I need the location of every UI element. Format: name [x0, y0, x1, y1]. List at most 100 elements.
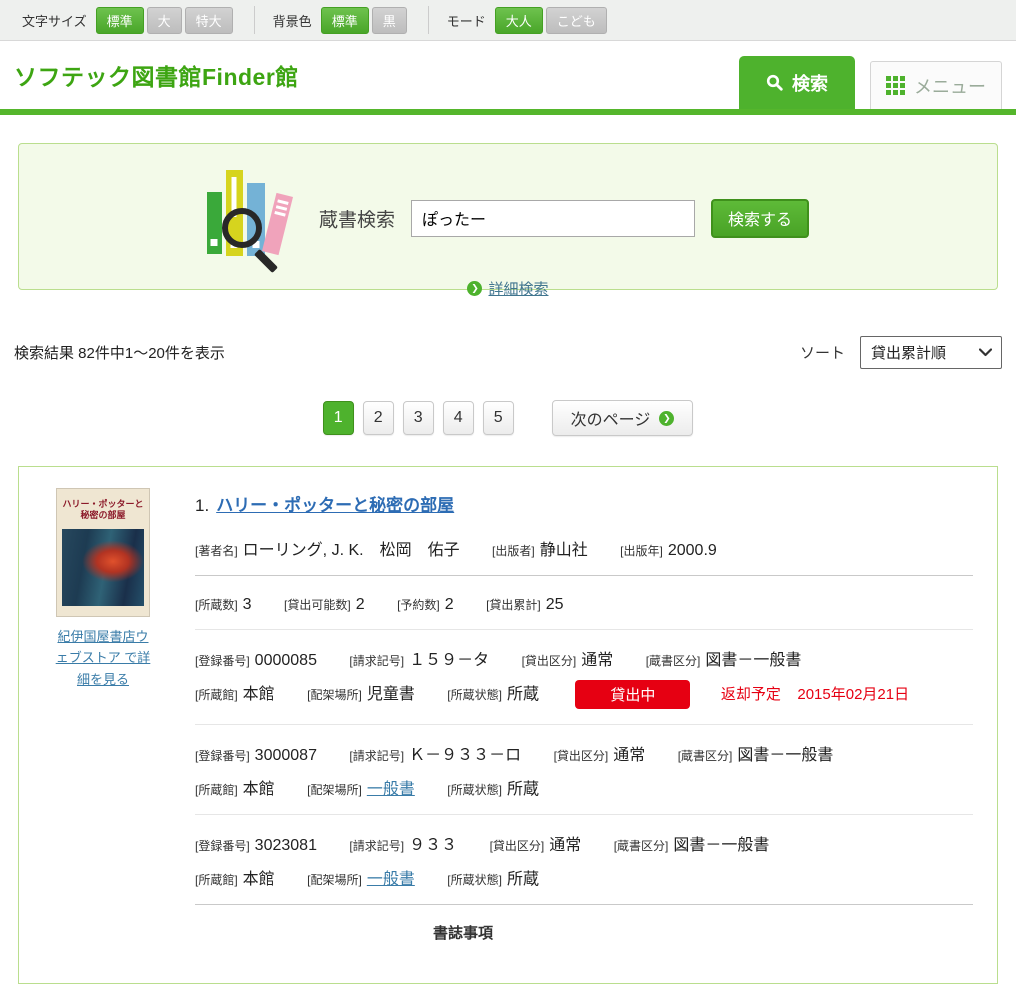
mode-adult-button[interactable]: 大人	[495, 7, 543, 34]
divider	[195, 814, 973, 815]
page-button-3[interactable]: 3	[403, 401, 434, 435]
library-value: 本館	[243, 781, 275, 798]
mode-child-button[interactable]: こども	[546, 7, 607, 34]
menu-grid-icon	[886, 76, 905, 95]
bg-color-black-button[interactable]: 黒	[372, 7, 407, 34]
cover-title-line2: 秘密の部屋	[57, 510, 149, 521]
divider	[195, 724, 973, 725]
copy-record: [登録番号]3000087 [請求記号]Ｋ－９３３－ロ [貸出区分]通常 [蔵書…	[195, 741, 973, 799]
toolbar-divider	[254, 6, 255, 34]
copy-line1: [登録番号]3023081 [請求記号]９３３ [貸出区分]通常 [蔵書区分]図…	[195, 831, 973, 855]
catalog-search-label: 蔵書検索	[319, 205, 395, 232]
site-header: ソフテック図書館Finder館 検索 メニュー	[0, 41, 1016, 109]
copy-line1: [登録番号]3000087 [請求記号]Ｋ－９３３－ロ [貸出区分]通常 [蔵書…	[195, 741, 973, 765]
font-size-standard-button[interactable]: 標準	[96, 7, 144, 34]
circle-arrow-right-icon: ❯	[467, 281, 482, 296]
book-title-link[interactable]: ハリー・ポッターと秘密の部屋	[216, 496, 454, 515]
reservations-value: 2	[445, 596, 454, 613]
total-loans-label: [貸出累計]	[486, 598, 541, 612]
sort-select[interactable]: 貸出累計順	[860, 336, 1002, 369]
kinokuniya-store-link[interactable]: 紀伊国屋書店ウェブストア で詳細を見る	[54, 626, 152, 690]
location-link[interactable]: 一般書	[367, 871, 415, 888]
library-books-icon	[207, 170, 293, 266]
biblio-section-header[interactable]: 書誌事項	[433, 922, 973, 943]
loan-type-label: [貸出区分]	[490, 839, 545, 853]
reg-number-label: [登録番号]	[195, 654, 250, 668]
cover-artwork	[62, 529, 144, 606]
book-cover-column: ハリー・ポッターと 秘密の部屋 紀伊国屋書店ウェブストア で詳細を見る	[51, 489, 155, 943]
tab-search[interactable]: 検索	[739, 56, 855, 109]
results-summary-row: 検索結果 82件中1〜20件を表示 ソート 貸出累計順	[14, 336, 1002, 369]
call-number-label: [請求記号]	[349, 654, 404, 668]
circle-arrow-right-icon: ❯	[659, 411, 674, 426]
location-value: 児童書	[367, 686, 415, 703]
mode-label: モード	[447, 11, 486, 30]
toolbar-divider	[428, 6, 429, 34]
sort-label: ソート	[800, 342, 845, 363]
author-value: ローリング, J. K. 松岡 佑子	[243, 542, 460, 559]
pagination: 1 2 3 4 5 次のページ ❯	[0, 400, 1016, 436]
bg-color-label: 背景色	[273, 11, 312, 30]
result-number: 1.	[195, 496, 209, 515]
call-number-value: １５９－タ	[409, 652, 489, 669]
search-icon	[766, 74, 783, 91]
pub-year-value: 2000.9	[668, 542, 717, 559]
reg-number-value: 0000085	[255, 652, 317, 669]
magnifier-icon	[222, 208, 262, 248]
site-title: ソフテック図書館Finder館	[14, 58, 299, 92]
tab-menu-label: メニュー	[914, 73, 986, 99]
font-size-xlarge-button[interactable]: 特大	[185, 7, 233, 34]
status-value: 所蔵	[507, 871, 539, 888]
holdings-label: [所蔵数]	[195, 598, 238, 612]
status-value: 所蔵	[507, 781, 539, 798]
divider	[195, 629, 973, 630]
total-loans-value: 25	[546, 596, 564, 613]
status-label: [所蔵状態]	[447, 783, 502, 797]
category-label: [蔵書区分]	[614, 839, 669, 853]
status-label: [所蔵状態]	[447, 873, 502, 887]
page-button-2[interactable]: 2	[363, 401, 394, 435]
category-value: 図書－一般書	[737, 747, 833, 764]
book-cover-image[interactable]: ハリー・ポッターと 秘密の部屋	[57, 489, 149, 616]
loan-type-value: 通常	[581, 652, 613, 669]
category-value: 図書－一般書	[673, 837, 769, 854]
category-label: [蔵書区分]	[646, 654, 701, 668]
page-button-1[interactable]: 1	[323, 401, 354, 435]
publisher-value: 静山社	[540, 542, 588, 559]
copy-line2: [所蔵館]本館 [配架場所]一般書 [所蔵状態]所蔵	[195, 865, 973, 889]
on-loan-badge: 貸出中	[575, 680, 690, 709]
next-page-button[interactable]: 次のページ ❯	[552, 400, 694, 436]
divider	[195, 904, 973, 905]
author-label: [著者名]	[195, 544, 238, 558]
copy-line2: [所蔵館]本館 [配架場所]児童書 [所蔵状態]所蔵 貸出中 返却予定 2015…	[195, 680, 973, 709]
sort-select-value: 貸出累計順	[871, 342, 946, 363]
header-tabs: 検索 メニュー	[739, 56, 1002, 109]
loan-type-value: 通常	[613, 747, 645, 764]
page-button-4[interactable]: 4	[443, 401, 474, 435]
font-size-large-button[interactable]: 大	[147, 7, 182, 34]
call-number-label: [請求記号]	[349, 839, 404, 853]
copy-record: [登録番号]0000085 [請求記号]１５９－タ [貸出区分]通常 [蔵書区分…	[195, 646, 973, 709]
library-label: [所蔵館]	[195, 873, 238, 887]
bg-color-standard-button[interactable]: 標準	[321, 7, 369, 34]
due-date-value: 2015年02月21日	[797, 686, 909, 703]
search-submit-button[interactable]: 検索する	[711, 199, 809, 238]
location-link[interactable]: 一般書	[367, 781, 415, 798]
next-page-label: 次のページ	[571, 406, 651, 430]
copy-line1: [登録番号]0000085 [請求記号]１５９－タ [貸出区分]通常 [蔵書区分…	[195, 646, 973, 670]
divider	[195, 575, 973, 576]
tab-search-label: 検索	[792, 70, 828, 96]
reservations-label: [予約数]	[397, 598, 440, 612]
advanced-search-link[interactable]: 詳細検索	[488, 278, 548, 299]
book-detail-column: 1. ハリー・ポッターと秘密の部屋 [著者名] ローリング, J. K. 松岡 佑子…	[195, 489, 973, 943]
search-input[interactable]	[411, 200, 695, 237]
book-info-row: [著者名]ローリング, J. K. 松岡 佑子 [出版者]静山社 [出版年]20…	[195, 536, 973, 560]
page-button-5[interactable]: 5	[483, 401, 514, 435]
book-title-row: 1. ハリー・ポッターと秘密の部屋	[195, 489, 973, 516]
due-date-label: 返却予定	[721, 686, 781, 703]
tab-menu[interactable]: メニュー	[870, 61, 1002, 109]
category-value: 図書－一般書	[705, 652, 801, 669]
library-label: [所蔵館]	[195, 783, 238, 797]
reg-number-label: [登録番号]	[195, 749, 250, 763]
status-label: [所蔵状態]	[447, 688, 502, 702]
